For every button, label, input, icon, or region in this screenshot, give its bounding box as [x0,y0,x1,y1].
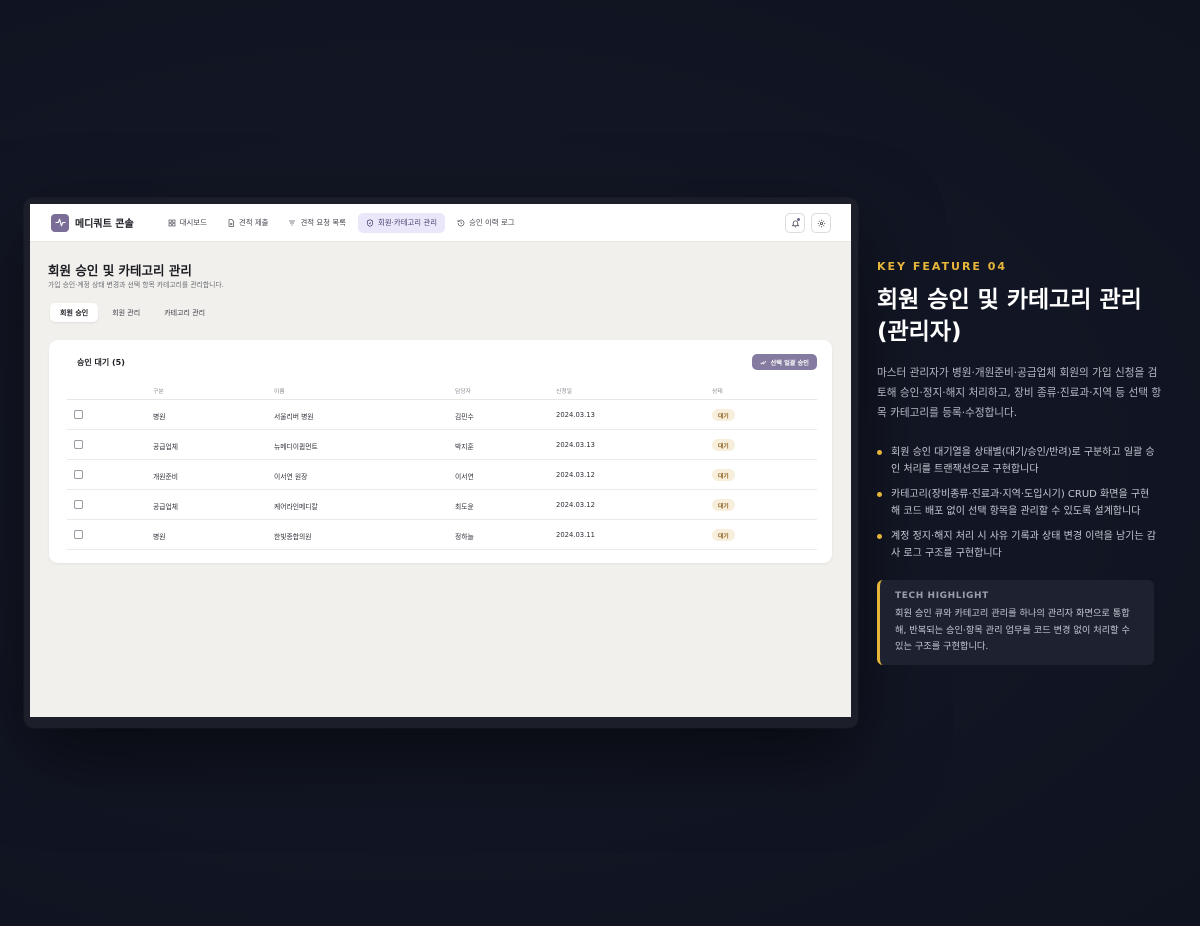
feature-description: 마스터 관리자가 병원·개원준비·공급업체 회원의 가입 신청을 검토해 승인·… [877,367,1162,419]
cell-manager: 정하늘 [455,533,474,541]
table-row[interactable]: 공급업체 케어라인메디칼 최도윤 2024.03.12 대기 [67,490,817,520]
bullet-text: 회원 승인 대기열을 상태별(대기/승인/반려)로 구분하고 일괄 승인 처리를… [891,447,1155,475]
cell-manager: 김민수 [455,413,474,421]
tech-highlight-label: TECH HIGHLIGHT [895,591,989,601]
nav-label: 견적 제출 [238,218,269,227]
nav-quote-requests[interactable]: 견적 요청 목록 [280,213,354,233]
top-navigation-bar: 메디쿼트 콘솔 대시보드 견적 제출 견적 요청 목록 회원·카테고리 관리 승… [30,204,851,242]
approval-card: 승인 대기 (5) 선택 일괄 승인 구분 이름 담당자 신청일 상태 병원 서… [49,340,832,563]
feature-bullet: 카테고리(장비종류·진료과·지역·도입시기) CRUD 화면을 구현해 코드 배… [877,487,1157,520]
feature-bullets: 회원 승인 대기열을 상태별(대기/승인/반려)로 구분하고 일괄 승인 처리를… [877,445,1157,571]
cell-date: 2024.03.12 [556,471,595,479]
cell-date: 2024.03.11 [556,531,595,539]
page-tabs: 회원 승인 회원 관리 카테고리 관리 [50,303,215,322]
row-checkbox[interactable] [74,500,83,509]
bulk-approve-button[interactable]: 선택 일괄 승인 [751,354,817,370]
tab-member-approval[interactable]: 회원 승인 [50,303,99,322]
history-icon [457,219,465,226]
cell-type: 병원 [153,413,166,421]
status-badge: 대기 [712,409,735,421]
tab-member-management[interactable]: 회원 관리 [102,303,150,322]
approval-table: 구분 이름 담당자 신청일 상태 병원 서울리버 병원 김민수 2024.03.… [67,382,817,550]
column-header[interactable]: 신청일 [556,386,572,395]
cell-date: 2024.03.12 [556,501,595,509]
nav-label: 견적 요청 목록 [300,218,346,227]
shield-icon [366,218,373,227]
dashboard-icon [168,219,176,226]
document-icon [228,218,234,227]
status-badge: 대기 [712,469,735,481]
nav-dashboard[interactable]: 대시보드 [160,213,215,233]
page-title: 회원 승인 및 카테고리 관리 [48,263,192,278]
tab-category-management[interactable]: 카테고리 관리 [154,303,215,322]
notification-dot [797,218,800,221]
bullet-dot-icon [877,450,882,455]
bullet-dot-icon [877,492,882,497]
top-actions [785,213,831,233]
column-header[interactable]: 담당자 [455,386,471,395]
cell-type: 개원준비 [153,473,179,481]
table-row[interactable]: 공급업체 뉴메디이큅먼트 박지훈 2024.03.13 대기 [67,430,817,460]
app-screen: 메디쿼트 콘솔 대시보드 견적 제출 견적 요청 목록 회원·카테고리 관리 승… [30,204,851,717]
feature-bullet: 회원 승인 대기열을 상태별(대기/승인/반려)로 구분하고 일괄 승인 처리를… [877,445,1157,478]
app-name: 메디쿼트 콘솔 [75,219,134,230]
feature-bullet: 계정 정지·해지 처리 시 사유 기록과 상태 변경 이력을 남기는 감사 로그… [877,529,1157,562]
tech-highlight-text: 회원 승인 큐와 카테고리 관리를 하나의 관리자 화면으로 통합해, 반복되는… [895,608,1130,652]
nav-label: 회원·카테고리 관리 [377,218,438,227]
row-checkbox[interactable] [74,440,83,449]
cell-type: 공급업체 [153,443,179,451]
status-badge: 대기 [712,439,735,451]
column-header[interactable]: 구분 [153,386,164,395]
cell-manager: 최도윤 [455,503,474,511]
bulk-approve-label: 선택 일괄 승인 [770,359,809,367]
table-row[interactable]: 병원 서울리버 병원 김민수 2024.03.13 대기 [67,400,817,430]
filter-icon [289,220,296,225]
row-checkbox[interactable] [74,530,83,539]
feature-headline: 회원 승인 및 카테고리 관리 (관리자) [877,287,1142,345]
tech-highlight: TECH HIGHLIGHT 회원 승인 큐와 카테고리 관리를 하나의 관리자… [877,580,1154,665]
column-header[interactable]: 이름 [274,386,285,395]
feature-kicker: KEY FEATURE 04 [877,260,1008,273]
table-header: 구분 이름 담당자 신청일 상태 [67,382,817,400]
cell-date: 2024.03.13 [556,411,595,419]
nav-approval-log[interactable]: 승인 이력 로그 [449,213,523,233]
table-row[interactable]: 개원준비 이서연 원장 이서연 2024.03.12 대기 [67,460,817,490]
cell-name: 케어라인메디칼 [274,503,318,511]
cell-name: 한빛종합의원 [274,533,312,541]
status-badge: 대기 [712,499,735,511]
check-icon [759,360,766,365]
gear-icon [817,219,825,227]
logo[interactable]: 메디쿼트 콘솔 [51,213,134,232]
cell-manager: 이서연 [455,473,474,481]
cell-type: 공급업체 [153,503,179,511]
page-subtitle: 가입 승인·계정 상태 변경과 선택 항목 카테고리를 관리합니다. [48,281,224,289]
bullet-dot-icon [877,534,882,539]
nav-member-category[interactable]: 회원·카테고리 관리 [357,212,446,233]
bullet-text: 계정 정지·해지 처리 시 사유 기록과 상태 변경 이력을 남기는 감사 로그… [891,531,1156,559]
card-title: 승인 대기 (5) [77,358,125,367]
pulse-icon [51,213,69,232]
row-checkbox[interactable] [74,470,83,479]
nav-label: 대시보드 [179,218,207,227]
status-badge: 대기 [712,529,735,541]
cell-type: 병원 [153,533,166,541]
settings-button[interactable] [811,213,831,233]
cell-name: 이서연 원장 [274,473,308,481]
row-checkbox[interactable] [74,410,83,419]
nav-label: 승인 이력 로그 [469,218,515,227]
cell-date: 2024.03.13 [556,441,595,449]
cell-name: 서울리버 병원 [274,413,314,421]
main-nav: 대시보드 견적 제출 견적 요청 목록 회원·카테고리 관리 승인 이력 로그 [160,212,523,233]
cell-manager: 박지훈 [455,443,474,451]
nav-quote-submit[interactable]: 견적 제출 [219,213,277,233]
table-row[interactable]: 병원 한빛종합의원 정하늘 2024.03.11 대기 [67,520,817,550]
bullet-text: 카테고리(장비종류·진료과·지역·도입시기) CRUD 화면을 구현해 코드 배… [891,489,1150,517]
cell-name: 뉴메디이큅먼트 [274,443,318,451]
notification-button[interactable] [785,213,805,233]
column-header[interactable]: 상태 [712,386,723,395]
